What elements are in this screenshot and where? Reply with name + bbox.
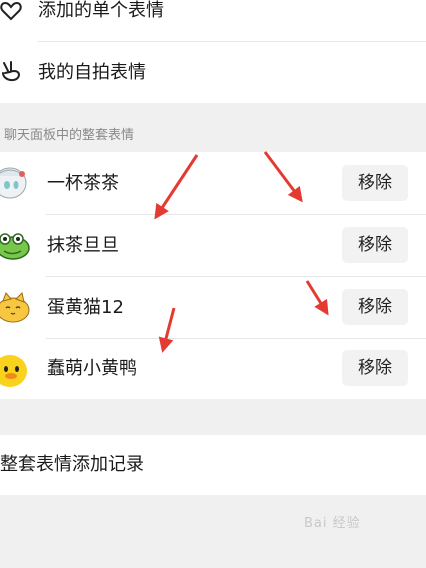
selfie-stickers-label: 我的自拍表情 — [38, 62, 146, 83]
pack-name: 蠢萌小黄鸭 — [47, 358, 137, 379]
green-frog-avatar — [0, 233, 30, 260]
section-title: 聊天面板中的整套表情 — [4, 128, 135, 143]
single-stickers-label: 添加的单个表情 — [38, 0, 164, 21]
list-item-pack: 蛋黄猫12 移除 — [0, 277, 426, 338]
list-item-pack: 抹茶旦旦 移除 — [0, 215, 426, 276]
yellow-cat-avatar — [0, 292, 30, 323]
list-item-selfie-stickers[interactable]: 我的自拍表情 — [0, 42, 426, 103]
white-hair-girl-avatar — [0, 167, 27, 199]
list-item-single-stickers[interactable]: 添加的单个表情 — [0, 0, 426, 41]
yellow-duck-avatar — [0, 355, 27, 387]
list-item-pack: 蠢萌小黄鸭 移除 — [0, 339, 426, 399]
list-item-pack: 一杯茶茶 移除 — [0, 152, 426, 214]
remove-button[interactable]: 移除 — [342, 289, 408, 325]
heart-outline-icon — [0, 1, 22, 21]
bottom-spacer — [0, 495, 426, 568]
remove-button[interactable]: 移除 — [342, 165, 408, 201]
remove-button[interactable]: 移除 — [342, 350, 408, 386]
peace-hand-icon — [2, 61, 21, 81]
pack-name: 抹茶旦旦 — [47, 235, 119, 256]
add-history-label: 整套表情添加记录 — [0, 454, 144, 475]
section-spacer — [0, 399, 426, 435]
pack-name: 蛋黄猫12 — [47, 297, 124, 318]
remove-button[interactable]: 移除 — [342, 227, 408, 263]
pack-name: 一杯茶茶 — [47, 173, 119, 194]
list-item-add-history[interactable]: 整套表情添加记录 — [0, 435, 426, 495]
baidu-watermark: Bai 经验 — [304, 516, 361, 531]
